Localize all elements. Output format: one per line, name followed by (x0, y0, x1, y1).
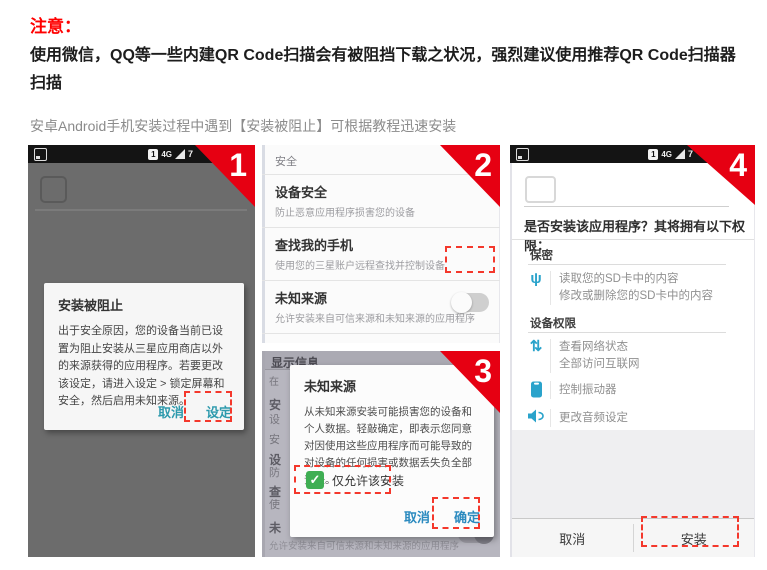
permission-row: 控制振动器 (524, 381, 617, 399)
step-number: 2 (474, 147, 492, 184)
dimmed-text: 安 (269, 431, 280, 447)
dimmed-text: 设 (269, 411, 280, 427)
divider (528, 264, 726, 265)
step-number: 1 (229, 147, 247, 184)
list-item-unknown-sources[interactable]: 未知来源 允许安装来自可信来源和未知来源的应用程序 (262, 280, 500, 333)
divider (512, 239, 754, 240)
item-subtitle: 防止恶意应用程序损害您的设备 (275, 204, 488, 219)
sd-card-icon (34, 148, 47, 161)
usb-icon: ψ (524, 271, 548, 287)
audio-icon (524, 409, 548, 423)
permission-line: 修改或删除您的SD卡中的内容 (559, 288, 713, 305)
dimmed-text: 允许安装来自可信来源和未知来源的应用程序 (269, 538, 469, 552)
dimmed-text: 在 (269, 373, 279, 388)
step4-screenshot: 1 4G 7 是否安装该应用程序？其将拥有以下权限： 保密 ψ 读取您的SD卡中… (510, 145, 755, 557)
notice-label: 注意： (30, 12, 81, 37)
unknown-sources-toggle[interactable] (453, 293, 489, 312)
sim-badge: 1 (148, 149, 158, 160)
step-number: 4 (729, 147, 747, 184)
step1-screenshot: 1 4G 7 安装被阻止 出于安全原因，您的设备当前已设置为阻止安装从三星应用商… (28, 145, 255, 557)
battery-level: 7 (688, 149, 693, 159)
annotation-toggle (445, 246, 495, 273)
dimmed-text: 未 (269, 519, 281, 536)
list-item-other-security[interactable]: 其他安全设定 更改安全更新和证书存储等其他安全设定 (262, 333, 500, 343)
dialog-title: 未知来源 (304, 376, 480, 395)
section-device-permissions: 设备权限 (530, 315, 576, 331)
network-4g-icon: 4G (161, 150, 172, 159)
permission-row: ⇅ 查看网络状态 全部访问互联网 (524, 339, 640, 373)
app-icon-placeholder (40, 176, 67, 203)
cancel-button[interactable]: 取消 (158, 402, 184, 421)
permission-line: 全部访问互联网 (559, 356, 640, 373)
signal-icon (675, 149, 685, 159)
divider (35, 209, 247, 211)
annotation-install-button (641, 516, 739, 547)
step3-screenshot: 显示信息 在 安 设 安 设 防 查 使 未 允许安装来自可信来源和未知来源的应… (262, 351, 500, 557)
permission-row: ψ 读取您的SD卡中的内容 修改或删除您的SD卡中的内容 (524, 271, 713, 305)
annotation-checkbox (294, 465, 391, 494)
cancel-button[interactable]: 取消 (404, 507, 430, 526)
divider (524, 206, 729, 207)
permission-line: 读取您的SD卡中的内容 (559, 271, 713, 288)
page-subtitle: 安卓Android手机安装过程中遇到【安装被阻止】可根据教程迅速安装 (30, 116, 745, 136)
cancel-button[interactable]: 取消 (512, 519, 633, 557)
section-privacy: 保密 (530, 247, 553, 263)
signal-icon (175, 149, 185, 159)
dimmed-text: 使 (269, 496, 280, 512)
list-item-device-security[interactable]: 设备安全 防止恶意应用程序损害您的设备 (262, 174, 500, 227)
annotation-confirm-button (432, 497, 480, 529)
permission-row: 更改音频设定 (524, 409, 628, 427)
app-icon-placeholder (525, 176, 556, 203)
step-number: 3 (474, 353, 492, 390)
dialog-title: 安装被阻止 (58, 295, 230, 314)
sd-card-icon (516, 148, 529, 161)
divider (528, 332, 726, 333)
step2-screenshot: 安全 设备安全 防止恶意应用程序损害您的设备 查找我的手机 使用您的三星账户远程… (262, 145, 500, 343)
sim-badge: 1 (648, 149, 658, 160)
item-title: 设备安全 (275, 182, 488, 201)
notice-body: 使用微信，QQ等一些内建QR Code扫描会有被阻挡下载之状况，强烈建议使用推荐… (30, 42, 745, 98)
vibration-icon (524, 381, 548, 398)
install-question: 是否安装该应用程序？其将拥有以下权限： (524, 216, 746, 254)
network-arrows-icon: ⇅ (524, 339, 548, 355)
battery-level: 7 (188, 149, 193, 159)
item-title: 其他安全设定 (275, 341, 488, 343)
permission-line: 查看网络状态 (559, 339, 640, 356)
permission-line: 控制振动器 (559, 382, 617, 399)
annotation-settings-button (184, 391, 232, 422)
network-4g-icon: 4G (661, 150, 672, 159)
dimmed-text: 防 (269, 464, 280, 480)
permission-line: 更改音频设定 (559, 410, 628, 427)
tutorial-page: 注意： 使用微信，QQ等一些内建QR Code扫描会有被阻挡下载之状况，强烈建议… (0, 0, 767, 570)
item-subtitle: 允许安装来自可信来源和未知来源的应用程序 (275, 310, 488, 325)
